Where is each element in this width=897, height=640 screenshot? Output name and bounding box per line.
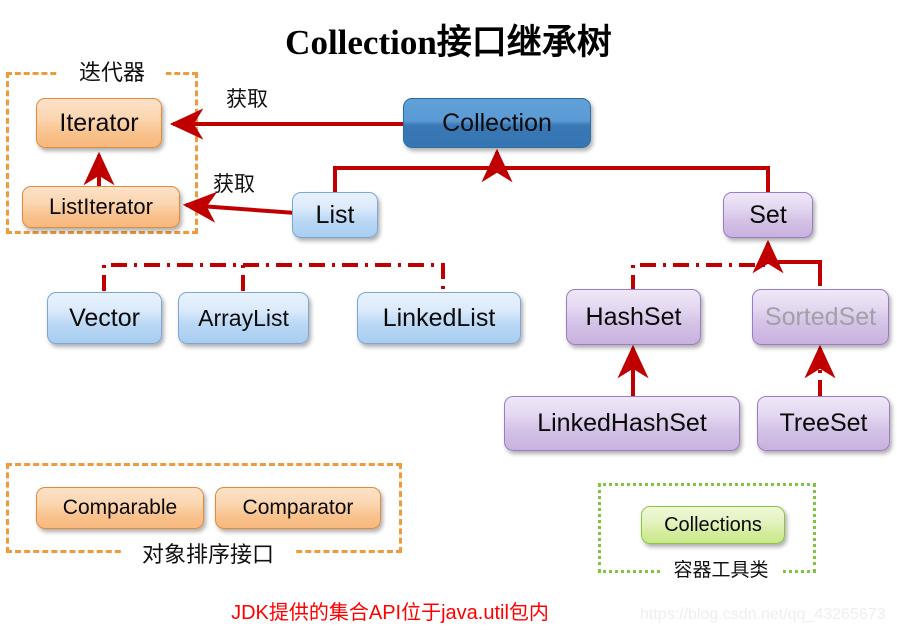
node-iterator-label: Iterator — [59, 108, 139, 137]
node-sorted-set-label: SortedSet — [764, 302, 877, 331]
node-comparator-label: Comparator — [242, 496, 354, 519]
node-comparable-label: Comparable — [62, 496, 178, 519]
caption-utility-group: 容器工具类 — [660, 555, 782, 582]
edge-hashset-to-set — [631, 243, 770, 291]
edge-bus-list-impl — [102, 263, 445, 291]
node-set-label: Set — [749, 200, 787, 229]
diagram-canvas: Collection接口继承树 Iterator ListIterator Co… — [0, 0, 897, 640]
node-collections[interactable]: Collections — [641, 506, 785, 544]
edge-label-collection-to-iterator: 获取 — [226, 87, 268, 111]
node-collection-label: Collection — [442, 108, 552, 137]
edge-list-to-listiterator — [182, 191, 297, 223]
node-collection[interactable]: Collection — [403, 98, 591, 148]
node-list-iterator-label: ListIterator — [49, 194, 153, 219]
node-tree-set-label: TreeSet — [779, 409, 868, 437]
node-hash-set-label: HashSet — [585, 302, 682, 331]
node-list-iterator[interactable]: ListIterator — [22, 186, 180, 228]
watermark: https://blog.csdn.net/qq_43265673 — [640, 606, 886, 623]
edge-sortedset-to-set — [752, 239, 822, 286]
node-collections-label: Collections — [664, 513, 762, 536]
edge-label-list-to-listiterator: 获取 — [213, 172, 255, 196]
node-list-label: List — [315, 200, 355, 229]
node-comparator[interactable]: Comparator — [215, 487, 381, 529]
node-tree-set[interactable]: TreeSet — [757, 396, 890, 451]
node-hash-set[interactable]: HashSet — [566, 289, 701, 345]
node-comparable[interactable]: Comparable — [36, 487, 204, 529]
caption-iterator-group: 迭代器 — [58, 55, 166, 87]
node-linked-hash-set-label: LinkedHashSet — [537, 409, 707, 437]
node-vector[interactable]: Vector — [47, 292, 162, 344]
node-array-list-label: ArrayList — [198, 304, 289, 331]
node-array-list[interactable]: ArrayList — [178, 292, 309, 344]
node-linked-list[interactable]: LinkedList — [357, 292, 521, 344]
node-linked-list-label: LinkedList — [382, 303, 496, 332]
node-list[interactable]: List — [292, 192, 378, 238]
node-vector-label: Vector — [69, 303, 140, 332]
node-iterator[interactable]: Iterator — [36, 98, 162, 148]
node-linked-hash-set[interactable]: LinkedHashSet — [504, 396, 740, 451]
node-sorted-set[interactable]: SortedSet — [752, 289, 889, 345]
edge-bus-list-set — [333, 166, 770, 194]
caption-sorting-group: 对象排序接口 — [122, 537, 294, 569]
node-set[interactable]: Set — [723, 192, 813, 238]
